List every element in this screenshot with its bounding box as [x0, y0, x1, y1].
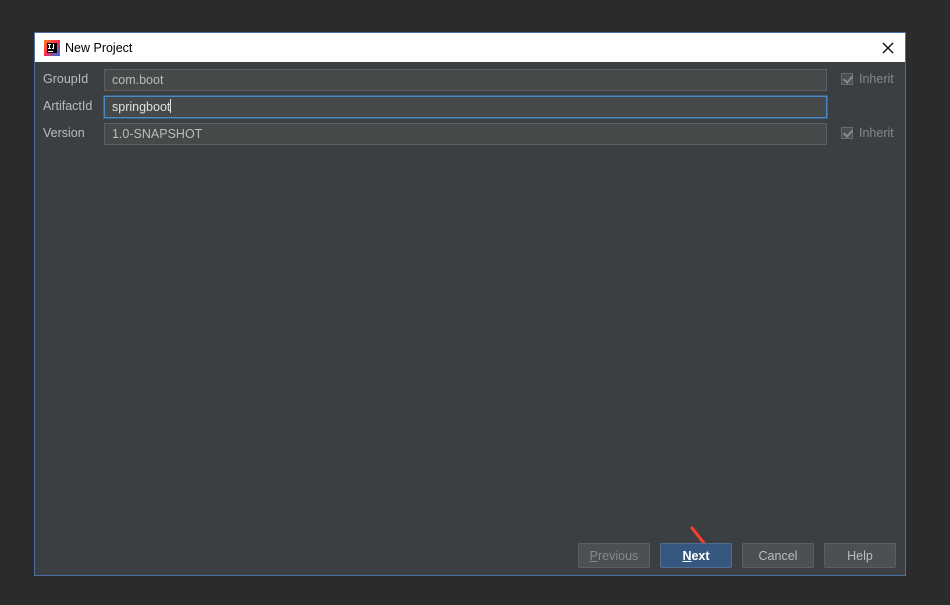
dialog-title: New Project	[65, 40, 133, 55]
checkbox-checked-icon	[841, 127, 853, 139]
inherit-label: Inherit	[859, 126, 894, 140]
version-label: Version	[43, 126, 85, 140]
artifact-id-label: ArtifactId	[43, 99, 93, 113]
title-bar: New Project	[35, 33, 905, 62]
next-button[interactable]: Next	[660, 543, 732, 568]
group-id-inherit-checkbox[interactable]: Inherit	[841, 72, 894, 86]
version-inherit-checkbox[interactable]: Inherit	[841, 126, 894, 140]
close-button[interactable]	[871, 33, 905, 62]
next-label-rest: ext	[691, 548, 710, 563]
artifact-id-field[interactable]: springboot	[104, 96, 827, 118]
intellij-idea-icon	[44, 39, 60, 56]
artifact-id-value: springboot	[112, 100, 171, 114]
inherit-label: Inherit	[859, 72, 894, 86]
group-id-row: GroupId com.boot Inherit	[35, 69, 905, 91]
previous-button[interactable]: Previous	[578, 543, 650, 568]
group-id-label: GroupId	[43, 72, 89, 86]
next-mnemonic: N	[682, 548, 692, 563]
version-field[interactable]: 1.0-SNAPSHOT	[104, 123, 827, 145]
text-caret	[170, 99, 172, 113]
cancel-button[interactable]: Cancel	[742, 543, 814, 568]
previous-label-rest: revious	[598, 548, 639, 563]
previous-mnemonic: P	[589, 548, 599, 563]
group-id-field[interactable]: com.boot	[104, 69, 827, 91]
close-icon	[882, 42, 894, 53]
new-project-dialog: New Project GroupId com.boot Inherit Art…	[34, 32, 906, 576]
help-button[interactable]: Help	[824, 543, 896, 568]
artifact-id-row: ArtifactId springboot	[35, 96, 905, 118]
checkbox-checked-icon	[841, 73, 853, 85]
version-row: Version 1.0-SNAPSHOT Inherit	[35, 123, 905, 145]
